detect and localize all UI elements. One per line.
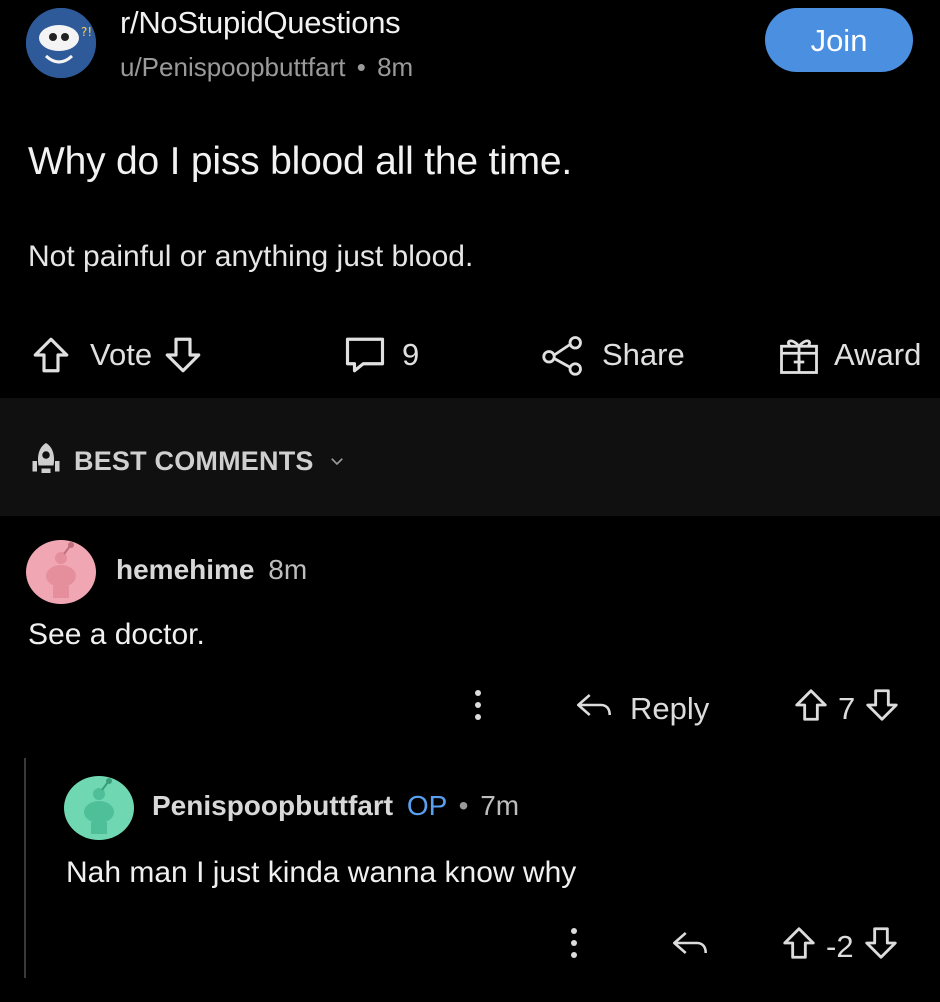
upvote-arrow-icon[interactable]: [792, 686, 830, 732]
downvote-arrow-icon[interactable]: [863, 686, 901, 732]
comment-time: 7m: [480, 790, 520, 821]
comment-score: -2: [826, 929, 854, 964]
downvote-arrow-icon[interactable]: [862, 924, 900, 970]
comment-vote-group: -2: [780, 922, 900, 972]
overflow-dots-icon[interactable]: [566, 925, 582, 969]
reply-arrow-icon: [670, 928, 710, 966]
vote-group: Vote: [30, 330, 204, 380]
thread-line[interactable]: [24, 758, 26, 978]
comment-sort-selector[interactable]: BEST COMMENTS: [28, 440, 346, 483]
sort-label: BEST COMMENTS: [74, 446, 314, 476]
comment-author-line: Penispoopbuttfart OP • 7m: [152, 790, 519, 822]
gift-award-icon: [776, 334, 822, 376]
meta-dot: •: [356, 52, 366, 82]
op-badge: OP: [406, 790, 447, 821]
chevron-down-icon: [328, 446, 346, 477]
comment-actions: [566, 922, 582, 972]
post-title: Why do I piss blood all the time.: [28, 140, 572, 183]
downvote-arrow-icon[interactable]: [162, 334, 204, 376]
subreddit-avatar[interactable]: ?!: [26, 8, 96, 78]
share-button[interactable]: Share: [540, 330, 685, 380]
upvote-arrow-icon[interactable]: [780, 924, 818, 970]
award-label: Award: [834, 337, 922, 372]
upvote-arrow-icon[interactable]: [30, 334, 72, 376]
svg-text:?!: ?!: [81, 25, 92, 39]
snoo-avatar[interactable]: [26, 540, 96, 604]
post-time: 8m: [377, 52, 414, 82]
reply-button[interactable]: [670, 922, 710, 972]
comment-score: 7: [838, 691, 856, 726]
comment-author-line: hemehime 8m: [116, 554, 307, 586]
post-body: Not painful or anything just blood.: [28, 240, 474, 273]
comment-count: 9: [402, 337, 420, 372]
award-button[interactable]: Award: [776, 330, 921, 380]
comment-vote-group: 7: [792, 684, 901, 734]
reply-button[interactable]: Reply: [574, 684, 709, 734]
reply-label: Reply: [630, 691, 710, 726]
comment-author[interactable]: Penispoopbuttfart: [152, 790, 393, 821]
share-icon: [540, 334, 586, 376]
comments-button[interactable]: 9: [342, 330, 419, 380]
comment-bubble-icon: [342, 334, 388, 376]
join-button[interactable]: Join: [765, 8, 913, 72]
share-label: Share: [602, 337, 685, 372]
subreddit-name[interactable]: r/NoStupidQuestions: [120, 5, 401, 41]
comment-body: Nah man I just kinda wanna know why: [66, 856, 577, 889]
post-author[interactable]: u/Penispoopbuttfart: [120, 52, 346, 82]
meta-dot: •: [458, 790, 469, 821]
comment-actions: [470, 684, 486, 734]
rocket-icon: [28, 440, 64, 483]
overflow-dots-icon[interactable]: [470, 687, 486, 731]
snoo-avatar[interactable]: [64, 776, 134, 840]
reply-arrow-icon: [574, 690, 614, 728]
comment-author[interactable]: hemehime: [116, 554, 255, 585]
post-meta: u/Penispoopbuttfart • 8m: [120, 52, 413, 83]
comment-body: See a doctor.: [28, 618, 205, 651]
comment-time: 8m: [268, 554, 308, 585]
subreddit-avatar-icon: ?!: [26, 8, 96, 78]
vote-label: Vote: [90, 337, 153, 372]
